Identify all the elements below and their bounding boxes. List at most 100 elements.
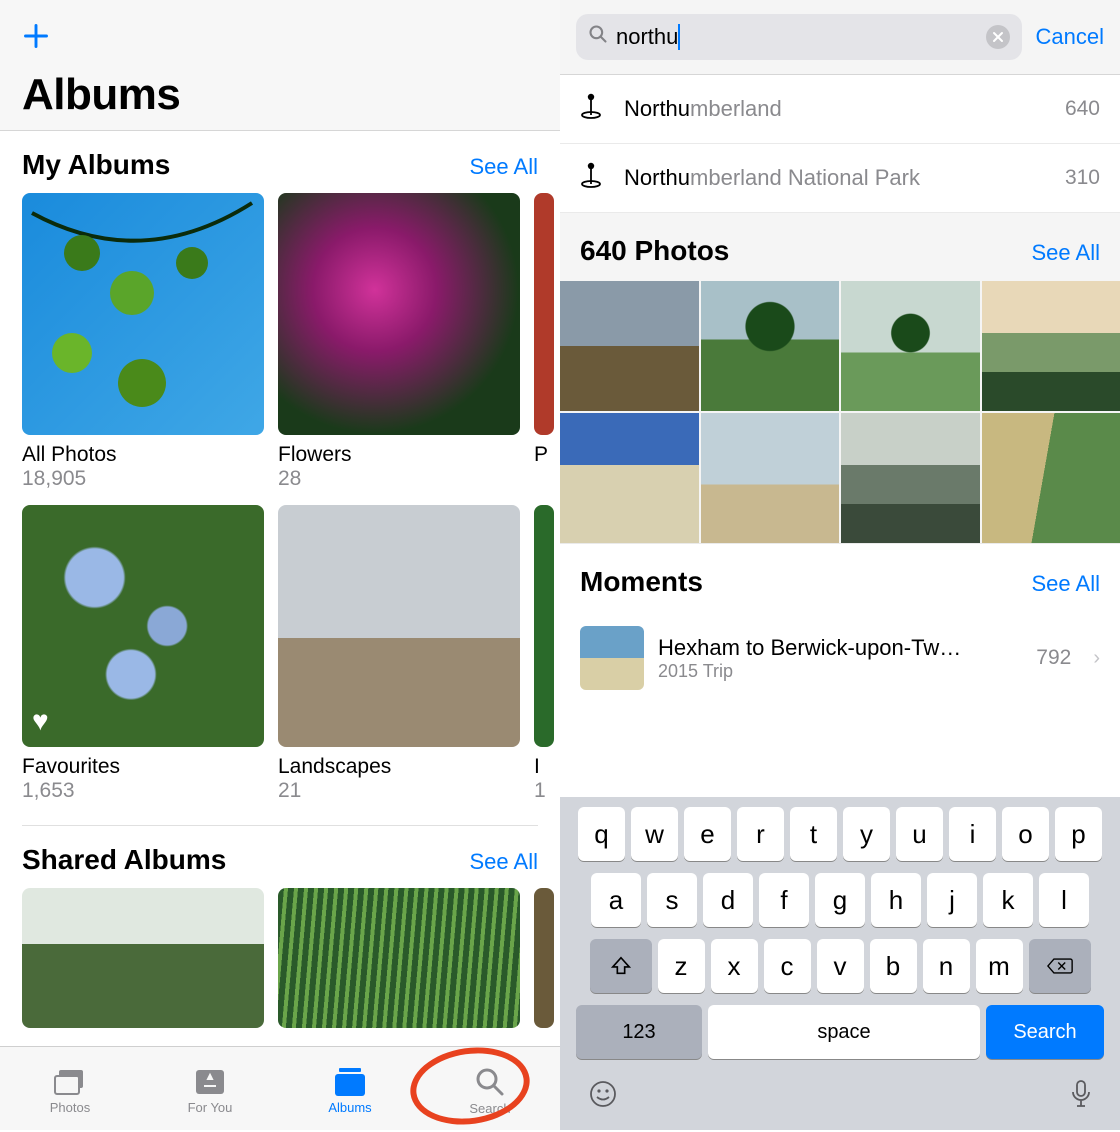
for-you-icon xyxy=(194,1068,226,1096)
album-thumb xyxy=(22,888,264,1028)
photo-thumb[interactable] xyxy=(982,413,1120,543)
search-key[interactable]: Search xyxy=(986,1005,1104,1059)
tab-photos[interactable]: Photos xyxy=(10,1068,130,1115)
shared-peek[interactable] xyxy=(534,888,554,1028)
backspace-icon xyxy=(1047,956,1073,976)
dictation-key[interactable] xyxy=(1070,1079,1092,1116)
key-i[interactable]: i xyxy=(949,807,996,861)
key-q[interactable]: q xyxy=(578,807,625,861)
key-r[interactable]: r xyxy=(737,807,784,861)
backspace-key[interactable] xyxy=(1029,939,1091,993)
location-pin-icon xyxy=(580,93,606,125)
photo-thumb[interactable] xyxy=(982,281,1120,411)
shift-key[interactable] xyxy=(590,939,652,993)
search-field[interactable]: northu xyxy=(576,14,1022,60)
photo-thumb[interactable] xyxy=(701,281,840,411)
text-cursor xyxy=(678,24,680,50)
photo-thumb[interactable] xyxy=(841,281,980,411)
moment-thumb xyxy=(580,626,644,690)
suggestion-northumberland-park[interactable]: Northumberland National Park 310 xyxy=(560,144,1120,213)
photo-thumb[interactable] xyxy=(841,413,980,543)
my-albums-title: My Albums xyxy=(22,149,170,181)
emoji-key[interactable] xyxy=(588,1079,618,1116)
photos-section-header: 640 Photos See All xyxy=(560,213,1120,281)
moments-section-header: Moments See All xyxy=(560,543,1120,612)
key-y[interactable]: y xyxy=(843,807,890,861)
key-l[interactable]: l xyxy=(1039,873,1089,927)
cancel-button[interactable]: Cancel xyxy=(1036,24,1104,50)
key-v[interactable]: v xyxy=(817,939,864,993)
photo-results-grid xyxy=(560,281,1120,543)
key-d[interactable]: d xyxy=(703,873,753,927)
key-n[interactable]: n xyxy=(923,939,970,993)
search-screen: northu Cancel Northumberland 640 Northum… xyxy=(560,0,1120,1130)
album-count: 1,653 xyxy=(22,779,264,803)
photos-icon xyxy=(53,1068,87,1096)
tab-for-you[interactable]: For You xyxy=(150,1068,270,1115)
tab-albums[interactable]: Albums xyxy=(290,1068,410,1115)
numbers-key[interactable]: 123 xyxy=(576,1005,702,1059)
photo-thumb[interactable] xyxy=(701,413,840,543)
key-t[interactable]: t xyxy=(790,807,837,861)
space-key[interactable]: space xyxy=(708,1005,980,1059)
album-peek[interactable]: P xyxy=(534,193,554,491)
add-button[interactable] xyxy=(22,22,538,56)
photo-thumb[interactable] xyxy=(560,281,699,411)
key-j[interactable]: j xyxy=(927,873,977,927)
key-z[interactable]: z xyxy=(658,939,705,993)
tab-bar: Photos For You Albums Search xyxy=(0,1046,560,1130)
leaves-icon xyxy=(22,193,264,435)
moments-see-all[interactable]: See All xyxy=(1032,571,1101,597)
shared-album-2[interactable] xyxy=(278,888,520,1028)
key-x[interactable]: x xyxy=(711,939,758,993)
clear-button[interactable] xyxy=(986,25,1010,49)
shared-album-1[interactable] xyxy=(22,888,264,1028)
key-o[interactable]: o xyxy=(1002,807,1049,861)
key-f[interactable]: f xyxy=(759,873,809,927)
key-s[interactable]: s xyxy=(647,873,697,927)
search-icon xyxy=(475,1067,505,1097)
albums-icon xyxy=(333,1068,367,1096)
key-a[interactable]: a xyxy=(591,873,641,927)
suggestion-northumberland[interactable]: Northumberland 640 xyxy=(560,75,1120,144)
shared-albums-title: Shared Albums xyxy=(22,844,226,876)
shared-see-all[interactable]: See All xyxy=(470,849,539,875)
key-e[interactable]: e xyxy=(684,807,731,861)
key-p[interactable]: p xyxy=(1055,807,1102,861)
shared-albums-header: Shared Albums See All xyxy=(0,826,560,888)
album-landscapes[interactable]: Landscapes 21 xyxy=(278,505,520,803)
key-w[interactable]: w xyxy=(631,807,678,861)
album-favourites[interactable]: ♥ Favourites 1,653 xyxy=(22,505,264,803)
search-icon xyxy=(588,24,608,50)
moment-row[interactable]: Hexham to Berwick-upon-Tw… 2015 Trip 792… xyxy=(560,612,1120,704)
photo-thumb[interactable] xyxy=(560,413,699,543)
photos-section-title: 640 Photos xyxy=(580,235,729,267)
album-peek-2[interactable]: I 1 xyxy=(534,505,554,803)
photos-see-all[interactable]: See All xyxy=(1032,240,1101,266)
key-m[interactable]: m xyxy=(976,939,1023,993)
my-albums-grid: All Photos 18,905 Flowers 28 P xyxy=(0,193,560,491)
key-g[interactable]: g xyxy=(815,873,865,927)
album-title: Landscapes xyxy=(278,755,520,779)
plus-icon xyxy=(22,22,50,50)
my-albums-grid-2: ♥ Favourites 1,653 Landscapes 21 I 1 xyxy=(0,505,560,803)
heart-icon: ♥ xyxy=(32,705,49,737)
key-c[interactable]: c xyxy=(764,939,811,993)
key-b[interactable]: b xyxy=(870,939,917,993)
album-title: Flowers xyxy=(278,443,520,467)
key-u[interactable]: u xyxy=(896,807,943,861)
key-k[interactable]: k xyxy=(983,873,1033,927)
tab-search[interactable]: Search xyxy=(430,1067,550,1116)
album-all-photos[interactable]: All Photos 18,905 xyxy=(22,193,264,491)
my-albums-see-all[interactable]: See All xyxy=(470,154,539,180)
my-albums-header: My Albums See All xyxy=(0,131,560,193)
album-flowers[interactable]: Flowers 28 xyxy=(278,193,520,491)
suggestion-count: 310 xyxy=(1065,166,1100,190)
key-h[interactable]: h xyxy=(871,873,921,927)
chevron-right-icon: › xyxy=(1093,647,1100,670)
shared-grid xyxy=(0,888,560,1028)
keyboard-bottom-row xyxy=(566,1071,1114,1116)
moment-text: Hexham to Berwick-upon-Tw… 2015 Trip xyxy=(658,635,1022,682)
album-thumb xyxy=(534,193,554,435)
album-count: 28 xyxy=(278,467,520,491)
